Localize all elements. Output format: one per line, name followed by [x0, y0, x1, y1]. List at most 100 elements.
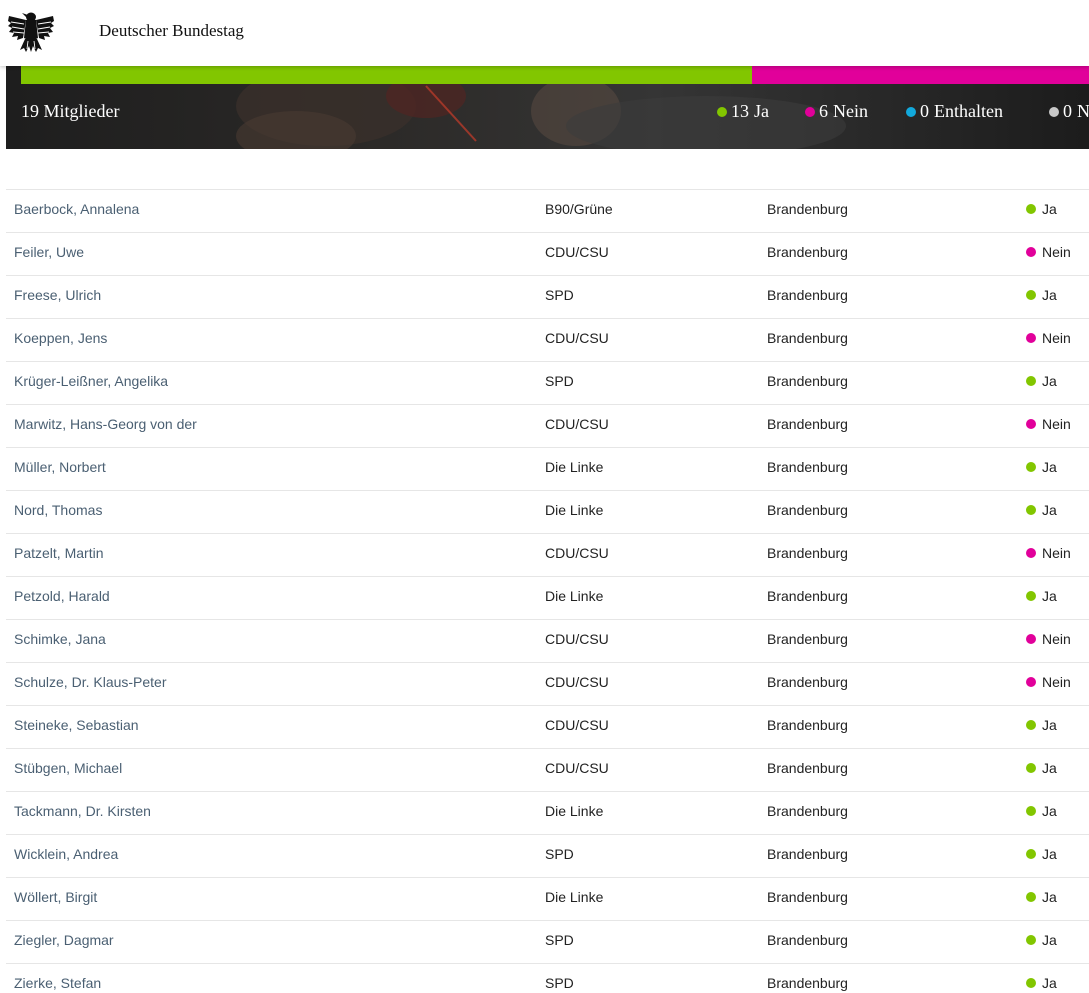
- member-state: Brandenburg: [767, 287, 848, 303]
- member-vote: Ja: [1026, 502, 1057, 518]
- member-name-link[interactable]: Steineke, Sebastian: [14, 717, 139, 733]
- member-name-link[interactable]: Freese, Ulrich: [14, 287, 101, 303]
- member-party: CDU/CSU: [545, 717, 609, 733]
- table-row: Ziegler, Dagmar SPD Brandenburg Ja: [6, 920, 1089, 963]
- bundesadler-icon[interactable]: [6, 8, 56, 54]
- member-party: CDU/CSU: [545, 674, 609, 690]
- vote-dot-icon: [1026, 806, 1036, 816]
- no-dot-icon: [805, 106, 815, 117]
- member-vote: Ja: [1026, 975, 1057, 991]
- table-row: Schimke, Jana CDU/CSU Brandenburg Nein: [6, 619, 1089, 662]
- member-name-link[interactable]: Feiler, Uwe: [14, 244, 84, 260]
- member-party: SPD: [545, 846, 574, 862]
- member-name-link[interactable]: Müller, Norbert: [14, 459, 106, 475]
- vote-label: Ja: [1042, 846, 1057, 862]
- vote-dot-icon: [1026, 505, 1036, 515]
- table-row: Feiler, Uwe CDU/CSU Brandenburg Nein: [6, 232, 1089, 275]
- vote-label: Nein: [1042, 631, 1071, 647]
- member-name-link[interactable]: Krüger-Leißner, Angelika: [14, 373, 168, 389]
- vote-dot-icon: [1026, 419, 1036, 429]
- member-name-link[interactable]: Marwitz, Hans-Georg von der: [14, 416, 197, 432]
- member-state: Brandenburg: [767, 717, 848, 733]
- member-vote: Nein: [1026, 330, 1071, 346]
- member-party: CDU/CSU: [545, 545, 609, 561]
- members-count: 19 Mitglieder: [21, 101, 120, 121]
- vote-label: Ja: [1042, 717, 1057, 733]
- member-name-link[interactable]: Schimke, Jana: [14, 631, 106, 647]
- vote-dot-icon: [1026, 634, 1036, 644]
- member-name-link[interactable]: Baerbock, Annalena: [14, 201, 139, 217]
- vote-label: Ja: [1042, 373, 1057, 389]
- legend-no: 6 Nein: [805, 101, 868, 122]
- table-row: Baerbock, Annalena B90/Grüne Brandenburg Ja: [6, 189, 1089, 232]
- vote-dot-icon: [1026, 978, 1036, 988]
- vote-dot-icon: [1026, 548, 1036, 558]
- member-vote: Ja: [1026, 588, 1057, 604]
- vote-dot-icon: [1026, 462, 1036, 472]
- table-row: Freese, Ulrich SPD Brandenburg Ja: [6, 275, 1089, 318]
- vote-label: Ja: [1042, 588, 1057, 604]
- member-party: SPD: [545, 932, 574, 948]
- vote-dot-icon: [1026, 290, 1036, 300]
- vote-dot-icon: [1026, 935, 1036, 945]
- member-name-link[interactable]: Wöllert, Birgit: [14, 889, 97, 905]
- member-name-link[interactable]: Stübgen, Michael: [14, 760, 122, 776]
- legend-abstain-count: 0: [920, 101, 929, 121]
- member-vote: Ja: [1026, 459, 1057, 475]
- member-state: Brandenburg: [767, 588, 848, 604]
- table-row: Wicklein, Andrea SPD Brandenburg Ja: [6, 834, 1089, 877]
- vote-label: Nein: [1042, 244, 1071, 260]
- vote-label: Ja: [1042, 502, 1057, 518]
- member-vote: Ja: [1026, 760, 1057, 776]
- vote-label: Ja: [1042, 760, 1057, 776]
- member-name-link[interactable]: Ziegler, Dagmar: [14, 932, 114, 948]
- member-vote: Ja: [1026, 717, 1057, 733]
- member-vote: Ja: [1026, 846, 1057, 862]
- member-vote: Nein: [1026, 631, 1071, 647]
- member-name-link[interactable]: Wicklein, Andrea: [14, 846, 118, 862]
- member-name-link[interactable]: Schulze, Dr. Klaus-Peter: [14, 674, 167, 690]
- member-party: Die Linke: [545, 889, 604, 905]
- member-vote: Ja: [1026, 932, 1057, 948]
- vote-result-bar: [21, 66, 1089, 84]
- vote-label: Nein: [1042, 416, 1071, 432]
- member-state: Brandenburg: [767, 201, 848, 217]
- member-state: Brandenburg: [767, 889, 848, 905]
- vote-dot-icon: [1026, 333, 1036, 343]
- vote-summary-banner: 19 Mitglieder 13 Ja 6 Nein 0 Enthalten 0…: [6, 66, 1089, 149]
- legend-absent-label: N: [1077, 101, 1089, 121]
- table-row: Marwitz, Hans-Georg von der CDU/CSU Brande…: [6, 404, 1089, 447]
- vote-label: Nein: [1042, 545, 1071, 561]
- legend-absent-count: 0: [1063, 101, 1072, 121]
- yes-dot-icon: [717, 106, 727, 117]
- site-title[interactable]: Deutscher Bundestag: [99, 21, 244, 41]
- member-state: Brandenburg: [767, 932, 848, 948]
- member-vote: Ja: [1026, 889, 1057, 905]
- no-share-bar: [751, 66, 1089, 84]
- table-row: Steineke, Sebastian CDU/CSU Brandenburg Ja: [6, 705, 1089, 748]
- member-name-link[interactable]: Petzold, Harald: [14, 588, 110, 604]
- vote-label: Ja: [1042, 975, 1057, 991]
- member-name-link[interactable]: Koeppen, Jens: [14, 330, 107, 346]
- vote-label: Ja: [1042, 932, 1057, 948]
- member-state: Brandenburg: [767, 244, 848, 260]
- table-row: Schulze, Dr. Klaus-Peter CDU/CSU Brandenbu…: [6, 662, 1089, 705]
- member-state: Brandenburg: [767, 330, 848, 346]
- legend-yes-label: Ja: [754, 101, 769, 121]
- member-name-link[interactable]: Nord, Thomas: [14, 502, 102, 518]
- member-party: B90/Grüne: [545, 201, 613, 217]
- member-vote: Nein: [1026, 416, 1071, 432]
- legend-no-label: Nein: [833, 101, 868, 121]
- member-state: Brandenburg: [767, 803, 848, 819]
- member-name-link[interactable]: Tackmann, Dr. Kirsten: [14, 803, 151, 819]
- member-party: CDU/CSU: [545, 760, 609, 776]
- member-party: CDU/CSU: [545, 330, 609, 346]
- table-row: Zierke, Stefan SPD Brandenburg Ja: [6, 963, 1089, 993]
- table-row: Nord, Thomas Die Linke Brandenburg Ja: [6, 490, 1089, 533]
- member-state: Brandenburg: [767, 459, 848, 475]
- legend-yes-count: 13: [731, 101, 749, 121]
- vote-dot-icon: [1026, 376, 1036, 386]
- member-name-link[interactable]: Zierke, Stefan: [14, 975, 101, 991]
- member-name-link[interactable]: Patzelt, Martin: [14, 545, 103, 561]
- vote-dot-icon: [1026, 763, 1036, 773]
